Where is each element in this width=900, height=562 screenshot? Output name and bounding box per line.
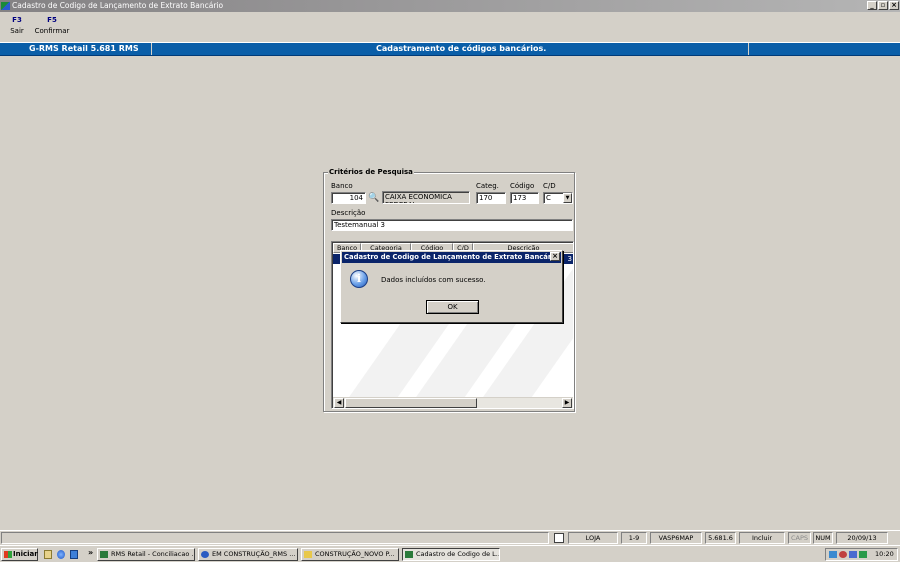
windows-logo-icon [4,551,12,558]
taskbar: Iniciar » RMS Retail - Conciliacao ... E… [0,545,900,562]
dialog-message: Dados incluídos com sucesso. [381,276,486,284]
categ-label: Categ. [476,182,499,190]
screen-title: Cadastramento de códigos bancários. [376,44,547,53]
descricao-label: Descrição [331,209,366,217]
clock[interactable]: 10:20 [875,549,894,560]
status-num: NUM [813,532,833,544]
scroll-right-icon[interactable]: ▶ [562,398,572,408]
group-title: Critérios de Pesquisa [328,168,414,176]
explorer-icon[interactable] [70,550,78,559]
network-icon[interactable] [829,551,837,558]
dialog-title-bar: Cadastro de Codigo de Lançamento de Extr… [342,252,561,263]
status-version: 5.681.6 [705,532,736,544]
status-bar: LOJA 1-9 VASP6MAP 5.681.6 Incluir CAPS N… [0,530,900,544]
folder-icon [304,551,312,558]
status-range: 1-9 [621,532,647,544]
rms-app-icon [405,551,413,558]
info-icon: i [350,270,368,288]
show-desktop-icon[interactable] [44,550,52,559]
status-caps: CAPS [788,532,811,544]
header-divider [151,43,152,55]
categ-input[interactable]: 170 [476,192,506,204]
chevron-down-icon[interactable]: ▼ [563,193,572,203]
confirmar-button[interactable]: F5 Confirmar [34,16,70,35]
volume-icon[interactable] [859,551,867,558]
status-message-panel [1,532,549,544]
status-server: VASP6MAP [650,532,702,544]
row-description-tail: 3 [567,255,572,263]
task-label: CONSTRUÇÃO_NOVO P... [315,550,395,558]
tray-app-icon[interactable] [849,551,857,558]
binoculars-icon[interactable]: 🔍 [368,193,379,203]
start-button[interactable]: Iniciar [1,548,38,561]
codigo-label: Código [510,182,535,190]
task-construcao-novo[interactable]: CONSTRUÇÃO_NOVO P... [301,548,399,561]
status-mode: Incluir [739,532,785,544]
app-icon [1,2,10,10]
task-label: RMS Retail - Conciliacao ... [111,550,195,558]
app-version-label: G-RMS Retail 5.681 RMS [29,44,139,53]
dialog-title: Cadastro de Codigo de Lançamento de Extr… [344,253,559,261]
header-divider [748,43,749,55]
status-date: 20/09/13 [836,532,888,544]
security-icon[interactable] [839,551,847,558]
system-tray: 10:20 [825,548,898,561]
task-label: EM CONSTRUÇÃO_RMS ... [212,550,296,558]
document-icon [554,533,564,543]
task-label: Cadastro de Codigo de L... [416,550,500,558]
header-band: G-RMS Retail 5.681 RMS Cadastramento de … [0,42,900,56]
cd-value: C [546,194,551,202]
sair-label: Sair [10,27,24,35]
f5-key-label: F5 [47,16,57,24]
banco-name-field: CAIXA ECONOMICA FEDERAL [382,191,470,204]
status-loja: LOJA [568,532,618,544]
message-dialog: Cadastro de Codigo de Lançamento de Extr… [340,250,563,323]
banco-label: Banco [331,182,353,190]
f3-key-label: F3 [12,16,22,24]
ok-button[interactable]: OK [426,300,479,314]
dialog-close-icon[interactable]: × [550,252,560,261]
close-button[interactable]: × [889,1,899,10]
browser-icon[interactable] [57,550,65,559]
task-rms-retail[interactable]: RMS Retail - Conciliacao ... [97,548,195,561]
start-label: Iniciar [13,550,38,558]
task-em-construcao[interactable]: EM CONSTRUÇÃO_RMS ... [198,548,298,561]
scroll-left-icon[interactable]: ◀ [334,398,344,408]
rms-app-icon [100,551,108,558]
minimize-button[interactable]: _ [867,1,877,10]
sair-button[interactable]: F3 Sair [8,16,26,35]
scroll-thumb[interactable] [345,398,477,408]
maximize-button[interactable]: ▫ [878,1,888,10]
window-title: Cadastro de Codigo de Lançamento de Extr… [12,1,224,10]
confirmar-label: Confirmar [34,27,70,35]
horizontal-scrollbar[interactable]: ◀ ▶ [333,397,573,408]
more-chevron-icon[interactable]: » [88,548,93,557]
cd-label: C/D [543,182,556,190]
banco-input[interactable]: 104 [331,192,366,204]
word-doc-icon [201,551,209,558]
descricao-input[interactable]: Testemanual 3 [331,219,573,231]
codigo-input[interactable]: 173 [510,192,539,204]
task-cadastro-codigo[interactable]: Cadastro de Codigo de L... [402,548,500,561]
window-title-bar: Cadastro de Codigo de Lançamento de Extr… [0,0,900,12]
